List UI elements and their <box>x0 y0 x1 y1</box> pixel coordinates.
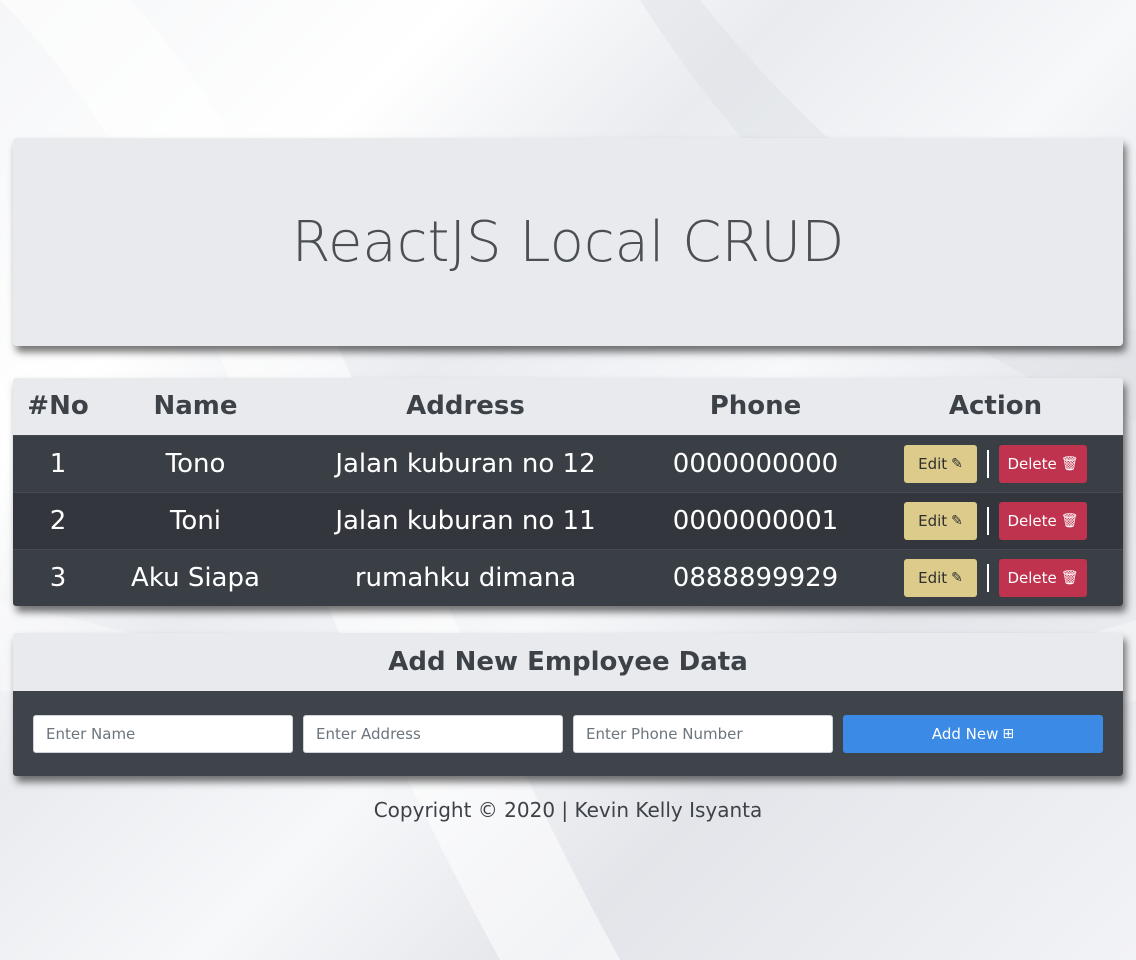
cell-name: Tono <box>103 434 288 492</box>
cell-phone: 0888899929 <box>643 548 868 606</box>
cell-phone: 0000000000 <box>643 434 868 492</box>
edit-button-label: Edit <box>918 511 948 530</box>
column-header-action: Action <box>948 391 1043 422</box>
cell-address: Jalan kuburan no 11 <box>288 491 643 549</box>
cell-action: Edit ✎ Delete 🗑 <box>868 491 1123 549</box>
table-row: 3 Aku Siapa rumahku dimana 0888899929 Ed… <box>13 548 1123 606</box>
cell-name: Aku Siapa <box>103 548 288 606</box>
edit-icon: ✎ <box>951 569 963 586</box>
delete-button[interactable]: Delete 🗑 <box>999 444 1087 483</box>
edit-button[interactable]: Edit ✎ <box>904 501 977 540</box>
cell-action: Edit ✎ Delete 🗑 <box>868 548 1123 606</box>
delete-button[interactable]: Delete 🗑 <box>999 501 1087 540</box>
trash-icon: 🗑 <box>1060 512 1079 529</box>
add-employee-title: Add New Employee Data <box>388 647 748 677</box>
name-input[interactable] <box>33 714 293 753</box>
delete-button-label: Delete <box>1007 454 1057 473</box>
add-employee-header: Add New Employee Data <box>13 633 1123 691</box>
edit-button-label: Edit <box>918 568 948 587</box>
cell-address: rumahku dimana <box>288 548 643 606</box>
add-new-button[interactable]: Add New ⊞ <box>843 714 1103 753</box>
column-header-no: #No <box>27 391 89 422</box>
employee-table-card: #No Name Address Phone Action 1 Tono Jal… <box>13 378 1123 606</box>
cell-name: Toni <box>103 491 288 549</box>
column-header-address: Address <box>406 391 525 422</box>
add-new-button-label: Add New <box>931 724 999 743</box>
edit-button[interactable]: Edit ✎ <box>904 558 977 597</box>
phone-input[interactable] <box>573 714 833 753</box>
table-row: 2 Toni Jalan kuburan no 11 0000000001 Ed… <box>13 491 1123 549</box>
plus-square-icon: ⊞ <box>1002 725 1015 742</box>
cell-no: 3 <box>13 548 103 606</box>
edit-button[interactable]: Edit ✎ <box>904 444 977 483</box>
cell-phone: 0000000001 <box>643 491 868 549</box>
employee-table: #No Name Address Phone Action 1 Tono Jal… <box>13 378 1123 606</box>
column-header-name: Name <box>153 391 238 422</box>
edit-icon: ✎ <box>951 512 963 529</box>
add-employee-form: Add New ⊞ <box>13 691 1123 776</box>
delete-button-label: Delete <box>1007 511 1057 530</box>
delete-button-label: Delete <box>1007 568 1057 587</box>
cell-no: 1 <box>13 434 103 492</box>
column-header-phone: Phone <box>709 391 802 422</box>
table-header-row: #No Name Address Phone Action <box>13 378 1123 435</box>
table-row: 1 Tono Jalan kuburan no 12 0000000000 Ed… <box>13 434 1123 492</box>
edit-icon: ✎ <box>951 455 963 472</box>
cell-no: 2 <box>13 491 103 549</box>
delete-button[interactable]: Delete 🗑 <box>999 558 1087 597</box>
address-input[interactable] <box>303 714 563 753</box>
footer-copyright: Copyright © 2020 | Kevin Kelly Isyanta <box>373 798 763 822</box>
trash-icon: 🗑 <box>1060 455 1079 472</box>
cell-action: Edit ✎ Delete 🗑 <box>868 434 1123 492</box>
cell-address: Jalan kuburan no 12 <box>288 434 643 492</box>
action-separator <box>987 506 989 535</box>
page-title: ReactJS Local CRUD <box>291 209 845 275</box>
header-jumbotron: ReactJS Local CRUD <box>13 138 1123 346</box>
edit-button-label: Edit <box>918 454 948 473</box>
action-separator <box>987 563 989 592</box>
action-separator <box>987 449 989 478</box>
add-employee-card: Add New Employee Data Add New ⊞ <box>13 633 1123 776</box>
trash-icon: 🗑 <box>1060 569 1079 586</box>
